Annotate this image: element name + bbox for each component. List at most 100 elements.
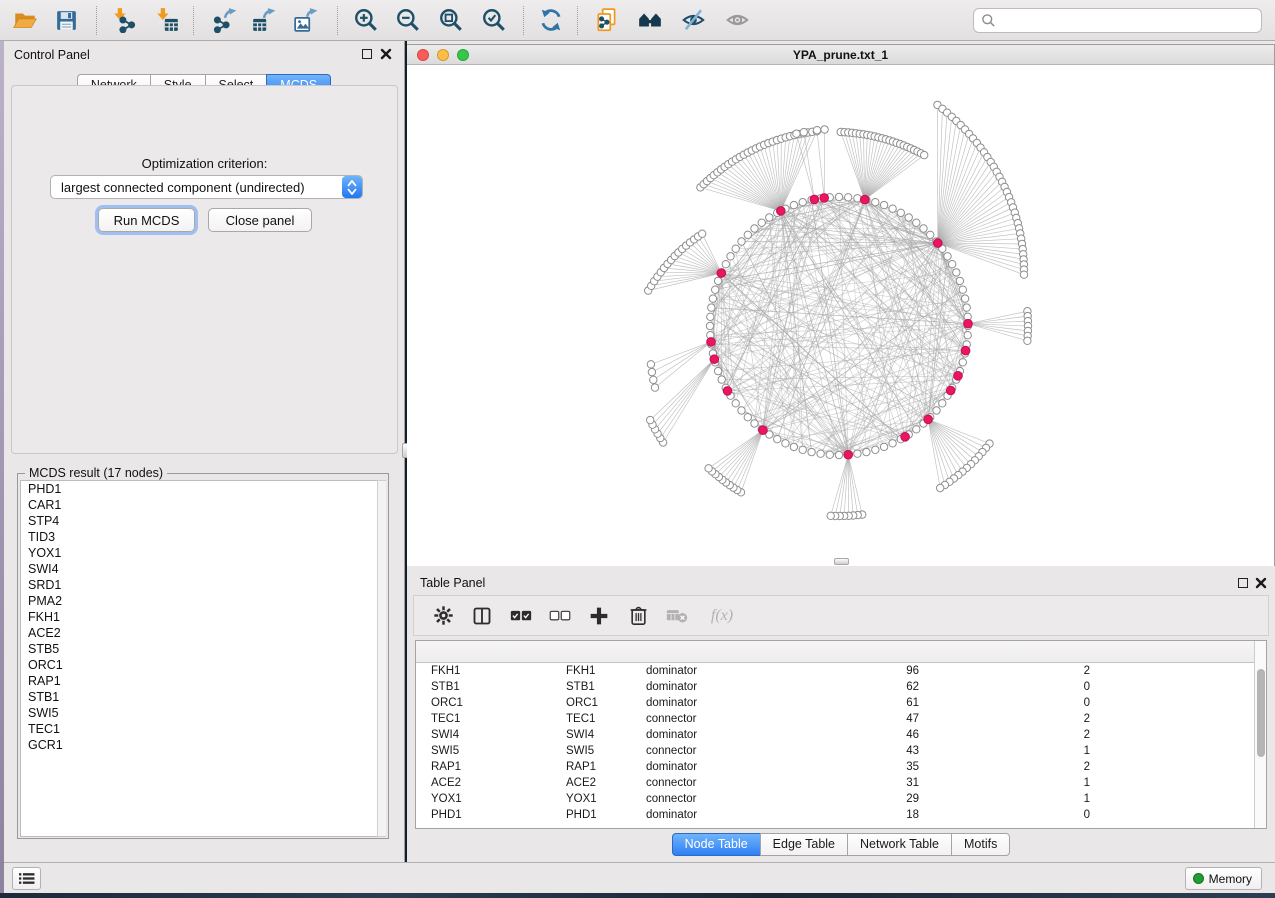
network-node[interactable] (732, 400, 739, 407)
delete-table-button[interactable] (662, 601, 692, 631)
zoom-in-button[interactable] (349, 3, 383, 37)
network-node[interactable] (706, 322, 713, 329)
network-view[interactable] (407, 65, 1274, 566)
network-node[interactable] (956, 277, 963, 284)
mcds-hub-node[interactable] (717, 269, 726, 278)
zoom-out-button[interactable] (391, 3, 425, 37)
result-node-item[interactable]: CAR1 (21, 497, 379, 513)
network-node[interactable] (959, 359, 966, 366)
network-node[interactable] (872, 446, 879, 453)
network-node[interactable] (738, 238, 745, 245)
network-node[interactable] (835, 193, 842, 200)
network-node[interactable] (827, 512, 834, 519)
network-node[interactable] (921, 151, 928, 158)
network-node[interactable] (647, 416, 654, 423)
network-node[interactable] (766, 214, 773, 221)
mcds-hub-node[interactable] (810, 195, 819, 204)
result-node-item[interactable]: PMA2 (21, 593, 379, 609)
table-row[interactable]: FKH1FKH1dominator962 (416, 663, 1266, 679)
network-node[interactable] (1020, 271, 1027, 278)
network-node[interactable] (647, 361, 654, 368)
network-node[interactable] (959, 286, 966, 293)
table-row[interactable]: STB1STB1dominator620 (416, 679, 1266, 695)
network-node[interactable] (913, 219, 920, 226)
result-node-item[interactable]: SWI5 (21, 705, 379, 721)
table-scrollbar-thumb[interactable] (1257, 669, 1265, 757)
network-node[interactable] (714, 277, 721, 284)
table-row[interactable]: RAP1RAP1dominator352 (416, 759, 1266, 775)
deselect-all-button[interactable] (545, 601, 575, 631)
export-table-button[interactable] (247, 3, 281, 37)
result-node-item[interactable]: SWI4 (21, 561, 379, 577)
mcds-hub-node[interactable] (820, 194, 829, 203)
result-node-item[interactable]: PHD1 (21, 481, 379, 497)
network-node[interactable] (722, 261, 729, 268)
network-node[interactable] (920, 225, 927, 232)
tab-edge-table[interactable]: Edge Table (760, 833, 848, 856)
network-node[interactable] (708, 304, 715, 311)
table-float-button[interactable] (1238, 577, 1250, 589)
network-node[interactable] (813, 127, 820, 134)
result-node-item[interactable]: SRD1 (21, 577, 379, 593)
table-row[interactable]: PHD1PHD1dominator180 (416, 807, 1266, 823)
network-node[interactable] (927, 231, 934, 238)
network-node[interactable] (774, 436, 781, 443)
network-node[interactable] (751, 420, 758, 427)
close-panel-button[interactable] (380, 47, 394, 61)
mcds-hub-node[interactable] (777, 207, 786, 216)
export-image-button[interactable] (289, 3, 323, 37)
network-node[interactable] (961, 295, 968, 302)
show-all-button[interactable] (721, 3, 755, 37)
network-node[interactable] (793, 130, 800, 137)
function-builder-button[interactable]: f(x) (701, 601, 743, 631)
network-node[interactable] (799, 446, 806, 453)
open-session-button[interactable] (8, 3, 42, 37)
network-node[interactable] (744, 414, 751, 421)
network-node[interactable] (949, 261, 956, 268)
network-node[interactable] (826, 451, 833, 458)
hide-selected-button[interactable] (677, 3, 711, 37)
network-node[interactable] (963, 304, 970, 311)
mcds-hub-node[interactable] (723, 387, 732, 396)
table-settings-button[interactable] (428, 601, 458, 631)
network-node[interactable] (709, 295, 716, 302)
mcds-hub-node[interactable] (759, 426, 768, 435)
result-node-item[interactable]: GCR1 (21, 737, 379, 753)
select-all-button[interactable] (506, 601, 536, 631)
network-node[interactable] (845, 194, 852, 201)
zoom-selected-button[interactable] (477, 3, 511, 37)
table-row[interactable]: ORC1ORC1dominator610 (416, 695, 1266, 711)
network-node[interactable] (835, 451, 842, 458)
network-node[interactable] (872, 199, 879, 206)
network-node[interactable] (821, 126, 828, 133)
result-list-scrollbar[interactable] (377, 480, 386, 837)
network-node[interactable] (880, 201, 887, 208)
mcds-hub-node[interactable] (961, 346, 970, 355)
network-node[interactable] (712, 286, 719, 293)
network-node[interactable] (889, 440, 896, 447)
network-node[interactable] (939, 400, 946, 407)
result-node-item[interactable]: TEC1 (21, 721, 379, 737)
network-node[interactable] (854, 450, 861, 457)
network-node[interactable] (953, 269, 960, 276)
result-node-item[interactable]: STP4 (21, 513, 379, 529)
network-node[interactable] (718, 376, 725, 383)
network-node[interactable] (790, 443, 797, 450)
result-node-item[interactable]: STB5 (21, 641, 379, 657)
network-node[interactable] (790, 201, 797, 208)
mcds-hub-node[interactable] (901, 433, 910, 442)
search-input[interactable] (1001, 11, 1261, 31)
network-node[interactable] (905, 214, 912, 221)
result-node-item[interactable]: TID3 (21, 529, 379, 545)
first-neighbors-button[interactable] (633, 3, 667, 37)
add-column-button[interactable] (584, 601, 614, 631)
log-console-button[interactable] (12, 867, 41, 890)
table-row[interactable]: SWI5SWI5connector431 (416, 743, 1266, 759)
network-node[interactable] (854, 195, 861, 202)
network-node[interactable] (880, 443, 887, 450)
show-columns-button[interactable] (467, 601, 497, 631)
network-node[interactable] (782, 440, 789, 447)
network-node[interactable] (897, 209, 904, 216)
result-node-item[interactable]: YOX1 (21, 545, 379, 561)
horizontal-splitter-handle[interactable] (834, 558, 849, 565)
